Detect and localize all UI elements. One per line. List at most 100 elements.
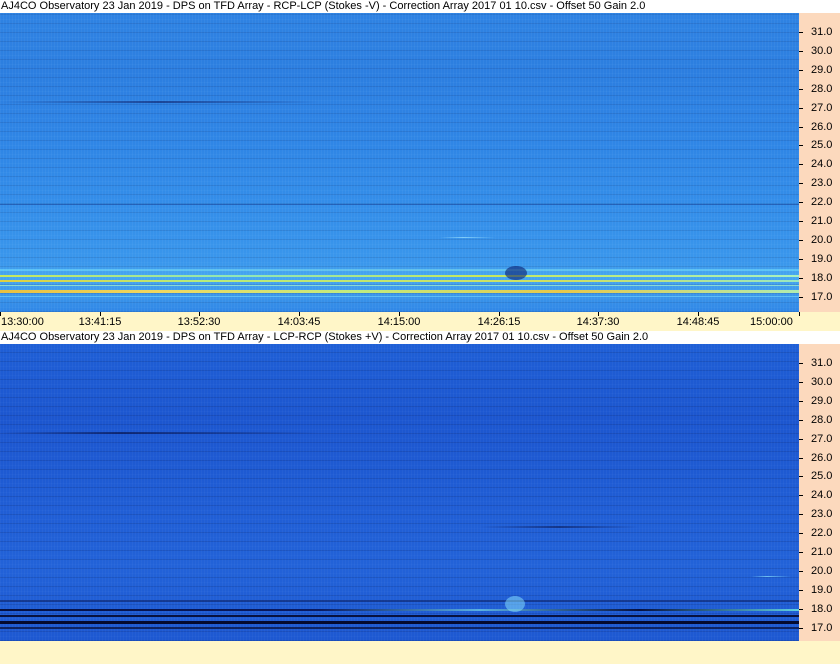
frequency-tick-label: 29.0 <box>811 63 833 76</box>
frequency-tick: 22.0 <box>799 197 840 208</box>
time-tick-label: 14:03:45 <box>277 316 321 328</box>
frequency-tick-label: 25.0 <box>811 470 833 483</box>
rfi-band <box>0 285 799 286</box>
frequency-tick: 27.0 <box>799 101 840 114</box>
rfi-band <box>0 621 799 624</box>
tick-mark <box>799 627 803 629</box>
frequency-tick-label: 18.0 <box>811 271 833 284</box>
frequency-tick-label: 23.0 <box>811 508 833 521</box>
tick-mark <box>799 202 803 204</box>
time-tick-label: 14:26:15 <box>477 316 521 328</box>
tick-mark <box>799 457 803 459</box>
time-tick-label: 14:37:30 <box>576 316 620 328</box>
frequency-tick: 30.0 <box>799 376 840 388</box>
tick-mark <box>799 495 803 497</box>
tick-mark <box>799 419 803 421</box>
time-tick-label: 13:30:00 <box>1 316 44 328</box>
tick-mark <box>799 400 803 402</box>
frequency-tick-label: 31.0 <box>811 357 833 369</box>
frequency-tick: 30.0 <box>799 44 840 57</box>
frequency-tick-label: 19.0 <box>811 583 833 596</box>
frequency-tick-label: 23.0 <box>811 177 833 190</box>
frequency-tick: 18.0 <box>799 603 840 615</box>
rfi-band <box>0 627 799 629</box>
frequency-tick-label: 27.0 <box>811 432 833 445</box>
frequency-tick: 19.0 <box>799 253 840 265</box>
time-tick-label: 15:00:00 <box>750 316 793 328</box>
frequency-tick: 18.0 <box>799 271 840 284</box>
frequency-tick: 20.0 <box>799 565 840 577</box>
frequency-tick: 31.0 <box>799 358 840 369</box>
tick-mark <box>799 50 803 52</box>
spectrogram-top[interactable] <box>0 13 799 312</box>
time-tick-label: 14:15:00 <box>377 316 421 328</box>
frequency-tick-label: 20.0 <box>811 233 833 246</box>
frequency-tick-label: 31.0 <box>811 26 833 38</box>
tick-mark <box>799 69 803 71</box>
tick-mark <box>799 381 803 383</box>
frequency-tick-label: 21.0 <box>811 546 833 558</box>
frequency-tick: 25.0 <box>799 140 840 151</box>
time-tick-label: 13:52:30 <box>177 316 221 328</box>
tick-mark <box>799 514 803 516</box>
frequency-tick-label: 25.0 <box>811 139 833 152</box>
frequency-tick-label: 24.0 <box>811 489 833 502</box>
tick-mark <box>799 107 803 109</box>
frequency-tick-label: 29.0 <box>811 394 833 407</box>
time-axis: 13:30:00 13:41:15 13:52:30 14:03:45 14:1… <box>0 312 840 331</box>
tick-mark <box>799 258 803 260</box>
rfi-band <box>0 290 799 293</box>
frequency-tick: 26.0 <box>799 451 840 464</box>
tick-mark <box>799 145 803 147</box>
frequency-tick-label: 27.0 <box>811 101 833 114</box>
tick-mark <box>799 589 803 591</box>
tick-mark <box>799 277 803 279</box>
frequency-axis-top: 31.0 30.0 29.0 28.0 27.0 26.0 25.0 24.0 23.0 22.0… <box>799 13 840 312</box>
rfi-band <box>0 275 799 277</box>
panel-top-title: AJ4CO Observatory 23 Jan 2019 - DPS on T… <box>0 0 840 13</box>
tick-mark <box>799 552 803 553</box>
frequency-tick-label: 26.0 <box>811 451 833 464</box>
rfi-band <box>0 600 799 602</box>
frequency-tick: 17.0 <box>799 622 840 634</box>
tick-mark <box>799 164 803 166</box>
tick-mark <box>799 126 803 128</box>
tick-mark <box>799 221 803 222</box>
rfi-line <box>0 526 799 528</box>
frequency-tick: 31.0 <box>799 27 840 38</box>
frequency-tick: 19.0 <box>799 583 840 596</box>
frequency-tick-label: 22.0 <box>811 527 833 540</box>
rfi-line <box>0 237 799 238</box>
frequency-tick: 24.0 <box>799 490 840 501</box>
tick-mark <box>799 363 803 364</box>
burst-feature <box>505 596 525 612</box>
spectrogram-bottom[interactable] <box>0 344 799 641</box>
rfi-band <box>0 615 799 617</box>
frequency-tick: 21.0 <box>799 547 840 558</box>
tick-mark <box>799 476 803 478</box>
tick-mark <box>799 438 803 440</box>
frequency-tick: 21.0 <box>799 216 840 227</box>
frequency-tick-label: 24.0 <box>811 158 833 171</box>
frequency-tick: 22.0 <box>799 528 840 539</box>
tick-mark <box>799 239 803 241</box>
rfi-line <box>0 432 799 434</box>
frequency-tick-label: 30.0 <box>811 44 833 57</box>
frequency-tick-label: 28.0 <box>811 413 833 426</box>
rfi-band <box>0 269 799 271</box>
rfi-band <box>0 609 799 611</box>
tick-mark <box>799 32 803 33</box>
rfi-line <box>0 576 799 577</box>
bottom-strip <box>0 641 840 664</box>
panel-bottom-title: AJ4CO Observatory 23 Jan 2019 - DPS on T… <box>0 331 840 344</box>
frequency-tick-label: 21.0 <box>811 215 833 227</box>
tick-mark <box>799 533 803 535</box>
frequency-tick: 23.0 <box>799 178 840 189</box>
frequency-tick: 28.0 <box>799 83 840 95</box>
frequency-tick: 24.0 <box>799 159 840 170</box>
tick-mark <box>799 608 803 610</box>
frequency-tick: 26.0 <box>799 121 840 133</box>
rfi-band <box>0 280 799 282</box>
frequency-tick: 29.0 <box>799 63 840 76</box>
frequency-tick: 28.0 <box>799 413 840 426</box>
